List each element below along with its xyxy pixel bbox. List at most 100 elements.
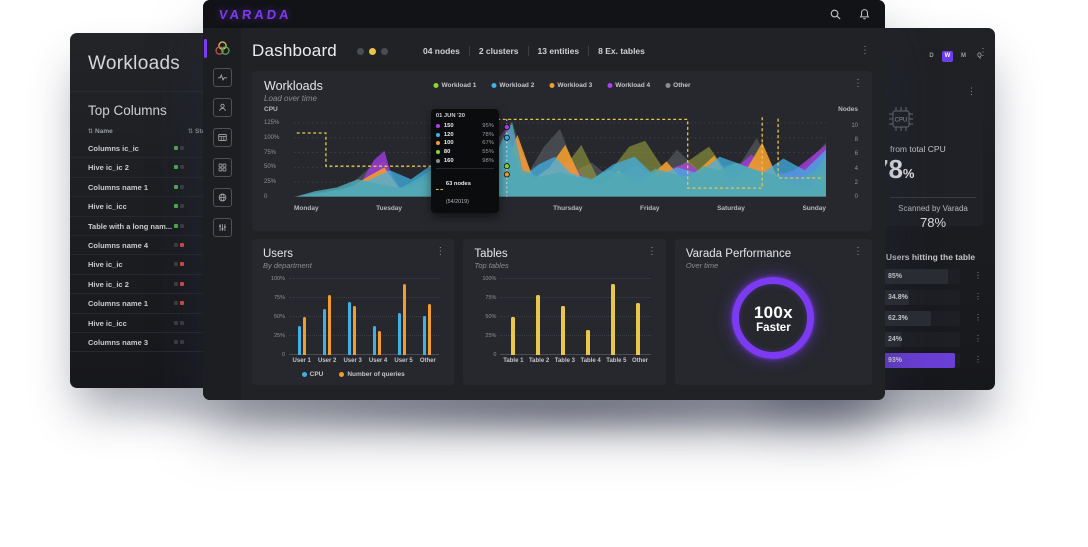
tooltip-value: 100 [443, 140, 454, 147]
venn-circles-icon [214, 41, 230, 55]
category-label: Table 1 [503, 358, 524, 364]
globe-icon [218, 193, 226, 202]
status-indicator-ok [174, 204, 184, 209]
page-dot[interactable] [368, 47, 376, 55]
table-row[interactable]: Columns name 1 [70, 294, 218, 314]
table-row[interactable]: Columns name 1 [70, 178, 218, 198]
legend-item[interactable]: Workload 2 [491, 82, 534, 89]
tables-menu-button[interactable]: ⋮ [647, 247, 657, 257]
tooltip-dot [435, 158, 440, 163]
progress-label: 85% [888, 273, 903, 280]
row-menu-button[interactable]: ⋮ [974, 292, 982, 302]
period-button-m[interactable]: M [958, 51, 969, 62]
page-dot[interactable] [356, 47, 364, 55]
row-name: Hive ic_ic 2 [88, 163, 129, 173]
activity-pulse-icon [217, 73, 227, 81]
dashboard-header: Dashboard 04 nodes 2 clusters 13 entities 8… [252, 35, 872, 67]
row-menu-button[interactable]: ⋮ [974, 334, 982, 344]
bar-number-of-queries [327, 294, 331, 355]
tables-card-title: Tables [474, 248, 508, 260]
cpu-card-menu-button[interactable]: ⋮ [967, 86, 976, 96]
tooltip-value: 160 [443, 157, 454, 164]
sort-icon[interactable]: ⇅ [88, 129, 93, 135]
tooltip-dot [435, 150, 440, 155]
table-row[interactable]: Hive ic_ic 2 [70, 275, 218, 295]
row-name: Hive ic_icc [88, 318, 127, 328]
row-menu-button[interactable]: ⋮ [974, 355, 982, 365]
progress-label: 62.3% [888, 315, 908, 322]
sidebar-item-activity[interactable] [212, 68, 232, 87]
bar-group [586, 279, 591, 355]
progress-label: 93% [888, 357, 903, 364]
sidebar-item-network[interactable] [212, 188, 232, 207]
legend-item[interactable]: Other [665, 82, 691, 89]
sliders-icon [218, 224, 226, 231]
page-dot[interactable] [380, 47, 388, 55]
y-tick-right: 8 [854, 137, 858, 144]
tooltip-pct: 78% [482, 131, 494, 138]
workloads-menu-button[interactable]: ⋮ [853, 79, 863, 89]
category-label: User 5 [394, 358, 413, 364]
legend-label: CPU [309, 371, 324, 378]
stat-item: 8 Ex. tables [588, 46, 654, 56]
table-row[interactable]: Columns ic_ic [70, 139, 218, 159]
legend-dot [549, 83, 555, 88]
y-tick-label: 50% [485, 314, 497, 320]
category-label: Table 4 [580, 358, 601, 364]
table-row[interactable]: Hive ic_ic [70, 255, 218, 275]
table-row[interactable]: Columns name 3 [70, 333, 218, 353]
status-indicator-idle [174, 320, 184, 325]
row-menu-button[interactable]: ⋮ [974, 271, 982, 281]
sidebar-item-filters[interactable] [212, 218, 232, 237]
sidebar-item-dashboards[interactable] [212, 158, 232, 177]
performance-menu-button[interactable]: ⋮ [853, 247, 863, 257]
table-row[interactable]: Columns name 4 [70, 236, 218, 256]
legend-item[interactable]: CPU [301, 371, 324, 378]
sidebar-item-users[interactable] [212, 98, 232, 117]
right-panel-menu-button[interactable]: ⋮ [978, 48, 988, 58]
row-name: Columns name 3 [88, 337, 149, 347]
tooltip-dot [435, 124, 440, 129]
performance-ring: 100x Faster [732, 277, 815, 359]
workloads-plot-area[interactable] [294, 117, 826, 197]
progress-label: 34.8% [888, 294, 908, 301]
sidebar-item-overview[interactable] [203, 39, 231, 58]
bell-icon[interactable] [858, 8, 871, 21]
bar-group [536, 279, 541, 355]
table-row[interactable]: Hive ic_ic 2 [70, 158, 218, 178]
bar-groups [289, 279, 439, 355]
table-row[interactable]: Table with a long nam... [70, 217, 218, 236]
legend-dot [607, 83, 613, 88]
users-hitting-table-header[interactable]: ⇅Users hitting the table [878, 252, 975, 262]
bar-group [397, 279, 406, 355]
status-indicator-error [174, 262, 184, 267]
category-label: User 1 [292, 358, 311, 364]
tooltip-row: 150 95% [435, 122, 494, 131]
tooltip-pct: 98% [482, 157, 494, 164]
legend-label: Workload 4 [615, 82, 651, 89]
sidebar-item-tables[interactable] [212, 128, 232, 147]
column-header-name[interactable]: Name [95, 128, 113, 135]
legend-dot [665, 83, 671, 88]
legend-item[interactable]: Workload 4 [607, 82, 650, 89]
period-button-w[interactable]: W [942, 51, 953, 62]
table-row[interactable]: Hive ic_icc [70, 197, 218, 217]
sort-icon[interactable]: ⇅ [188, 129, 193, 135]
users-menu-button[interactable]: ⋮ [435, 247, 445, 257]
row-menu-button[interactable]: ⋮ [974, 313, 982, 323]
row-name: Columns name 4 [88, 240, 149, 250]
search-icon[interactable] [829, 8, 842, 21]
day-label: Monday [294, 205, 319, 212]
dashboard-window: VARADA Dashboard 04 nodes 2 clusters 13 en… [203, 0, 885, 400]
table-row[interactable]: Hive ic_icc [70, 314, 218, 333]
scanned-value: 78% [919, 215, 947, 230]
legend-item[interactable]: Workload 1 [433, 82, 476, 89]
dashboard-menu-button[interactable]: ⋮ [860, 46, 870, 56]
bar-group [611, 279, 616, 355]
category-label: Table 2 [528, 358, 550, 364]
tooltip-row: 120 78% [435, 131, 494, 140]
legend-item[interactable]: Number of queries [339, 371, 405, 378]
legend-item[interactable]: Workload 3 [549, 82, 592, 89]
period-button-d[interactable]: D [926, 51, 937, 62]
user-icon [218, 103, 226, 112]
